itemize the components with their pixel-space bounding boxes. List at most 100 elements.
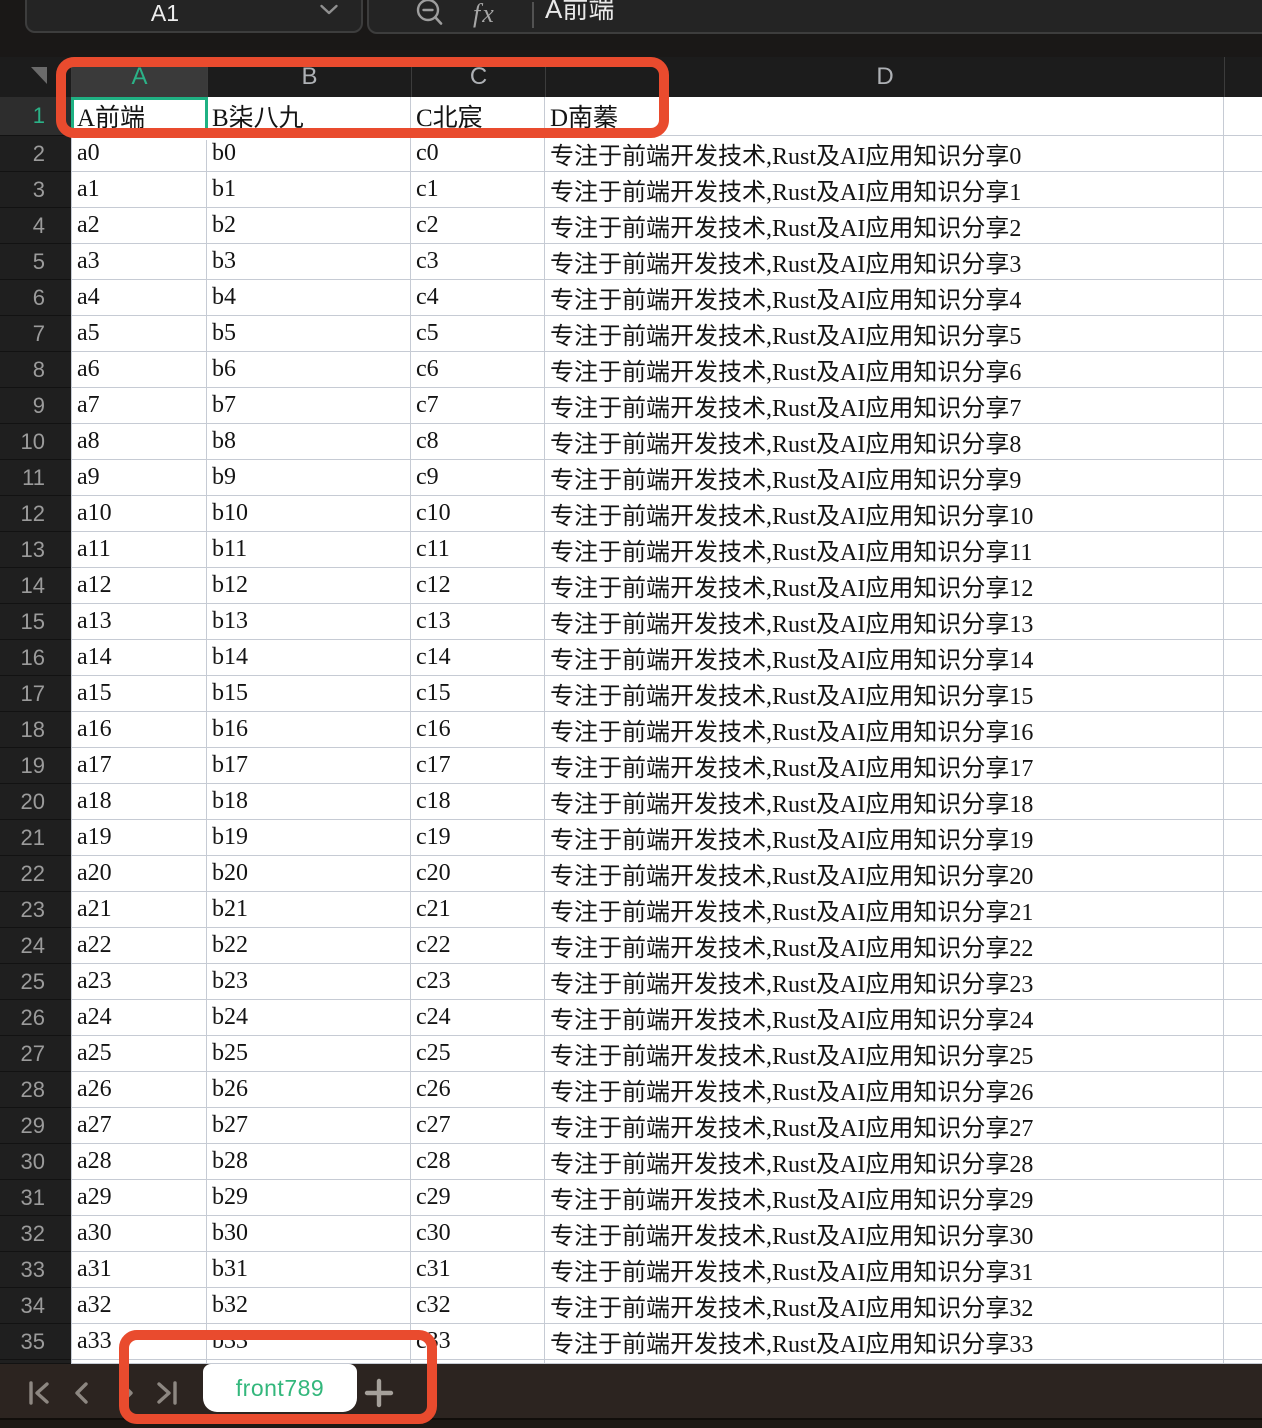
row-number[interactable]: 10 bbox=[0, 424, 71, 460]
row-number[interactable]: 29 bbox=[0, 1108, 71, 1144]
cell-col-d[interactable]: 专注于前端开发技术,Rust及AI应用知识分享4 bbox=[545, 280, 1224, 316]
cell-col-a[interactable]: a12 bbox=[71, 568, 207, 604]
cell-col-a[interactable]: a14 bbox=[71, 640, 207, 676]
cell-col-d[interactable]: 专注于前端开发技术,Rust及AI应用知识分享20 bbox=[545, 856, 1224, 892]
cell-col-d[interactable]: 专注于前端开发技术,Rust及AI应用知识分享19 bbox=[545, 820, 1224, 856]
cell-col-a[interactable]: a17 bbox=[71, 748, 207, 784]
cell-col-e[interactable] bbox=[1224, 712, 1262, 748]
cell-col-e[interactable] bbox=[1224, 532, 1262, 568]
cell-col-d[interactable]: 专注于前端开发技术,Rust及AI应用知识分享0 bbox=[545, 136, 1224, 172]
cell-col-b[interactable]: b1 bbox=[207, 172, 411, 208]
cell-col-c[interactable]: c20 bbox=[411, 856, 545, 892]
cell-col-c[interactable]: c1 bbox=[411, 172, 545, 208]
row-number[interactable]: 24 bbox=[0, 928, 71, 964]
cell-col-d[interactable]: 专注于前端开发技术,Rust及AI应用知识分享13 bbox=[545, 604, 1224, 640]
cell-reference-box[interactable]: A1 bbox=[25, 0, 363, 33]
cell-col-e[interactable] bbox=[1224, 784, 1262, 820]
cell-col-d[interactable]: 专注于前端开发技术,Rust及AI应用知识分享29 bbox=[545, 1180, 1224, 1216]
cell-col-b[interactable]: b16 bbox=[207, 712, 411, 748]
cell-col-b[interactable]: b18 bbox=[207, 784, 411, 820]
cell-col-b[interactable]: b21 bbox=[207, 892, 411, 928]
cell-col-b[interactable]: b20 bbox=[207, 856, 411, 892]
cell-col-d[interactable]: 专注于前端开发技术,Rust及AI应用知识分享26 bbox=[545, 1072, 1224, 1108]
cell-col-c[interactable]: c22 bbox=[411, 928, 545, 964]
cell-col-e[interactable] bbox=[1224, 1180, 1262, 1216]
cell-col-b[interactable]: b17 bbox=[207, 748, 411, 784]
cell-col-b[interactable]: b5 bbox=[207, 316, 411, 352]
cell-col-d[interactable]: 专注于前端开发技术,Rust及AI应用知识分享16 bbox=[545, 712, 1224, 748]
cell-col-c[interactable]: c14 bbox=[411, 640, 545, 676]
cell-col-b[interactable]: b7 bbox=[207, 388, 411, 424]
cell-col-b[interactable]: b29 bbox=[207, 1180, 411, 1216]
cell-col-a[interactable]: a4 bbox=[71, 280, 207, 316]
cell-col-d[interactable]: 专注于前端开发技术,Rust及AI应用知识分享6 bbox=[545, 352, 1224, 388]
row-number[interactable]: 9 bbox=[0, 388, 71, 424]
cell-col-b[interactable]: b30 bbox=[207, 1216, 411, 1252]
cell-col-e[interactable] bbox=[1224, 316, 1262, 352]
cell-col-e[interactable] bbox=[1224, 1036, 1262, 1072]
cell-col-e[interactable] bbox=[1224, 1252, 1262, 1288]
cell-col-a[interactable]: a23 bbox=[71, 964, 207, 1000]
cell-col-b[interactable]: b9 bbox=[207, 460, 411, 496]
cell-col-a[interactable]: a30 bbox=[71, 1216, 207, 1252]
cell-col-c[interactable]: c10 bbox=[411, 496, 545, 532]
cell-col-e[interactable] bbox=[1224, 1324, 1262, 1360]
cell-col-d[interactable]: 专注于前端开发技术,Rust及AI应用知识分享2 bbox=[545, 208, 1224, 244]
cell-col-e[interactable] bbox=[1224, 640, 1262, 676]
cell-col-b[interactable]: b8 bbox=[207, 424, 411, 460]
row-number[interactable]: 28 bbox=[0, 1072, 71, 1108]
cell-col-c[interactable]: c16 bbox=[411, 712, 545, 748]
cell-col-b[interactable]: b15 bbox=[207, 676, 411, 712]
cell-col-b[interactable]: b32 bbox=[207, 1288, 411, 1324]
cell-col-a[interactable]: a8 bbox=[71, 424, 207, 460]
row-number[interactable]: 31 bbox=[0, 1180, 71, 1216]
cell-col-d[interactable]: 专注于前端开发技术,Rust及AI应用知识分享25 bbox=[545, 1036, 1224, 1072]
cell-e1[interactable] bbox=[1224, 97, 1262, 136]
nav-first-sheet-button[interactable] bbox=[26, 1380, 56, 1406]
row-number[interactable]: 21 bbox=[0, 820, 71, 856]
cell-col-d[interactable]: 专注于前端开发技术,Rust及AI应用知识分享14 bbox=[545, 640, 1224, 676]
cell-col-c[interactable]: c31 bbox=[411, 1252, 545, 1288]
cell-col-d[interactable]: 专注于前端开发技术,Rust及AI应用知识分享24 bbox=[545, 1000, 1224, 1036]
cell-col-e[interactable] bbox=[1224, 388, 1262, 424]
cell-col-a[interactable]: a7 bbox=[71, 388, 207, 424]
nav-last-sheet-button[interactable] bbox=[152, 1380, 182, 1406]
cell-col-d[interactable]: 专注于前端开发技术,Rust及AI应用知识分享8 bbox=[545, 424, 1224, 460]
cell-col-e[interactable] bbox=[1224, 604, 1262, 640]
cell-col-d[interactable]: 专注于前端开发技术,Rust及AI应用知识分享18 bbox=[545, 784, 1224, 820]
cell-col-b[interactable]: b24 bbox=[207, 1000, 411, 1036]
cell-col-d[interactable]: 专注于前端开发技术,Rust及AI应用知识分享11 bbox=[545, 532, 1224, 568]
cell-col-c[interactable]: c19 bbox=[411, 820, 545, 856]
cell-col-c[interactable]: c6 bbox=[411, 352, 545, 388]
row-number[interactable]: 17 bbox=[0, 676, 71, 712]
cell-col-b[interactable]: b26 bbox=[207, 1072, 411, 1108]
row-number[interactable]: 22 bbox=[0, 856, 71, 892]
cell-col-c[interactable]: c23 bbox=[411, 964, 545, 1000]
cell-col-e[interactable] bbox=[1224, 676, 1262, 712]
cell-col-c[interactable]: c18 bbox=[411, 784, 545, 820]
cell-col-a[interactable]: a32 bbox=[71, 1288, 207, 1324]
cell-col-e[interactable] bbox=[1224, 1216, 1262, 1252]
cell-col-c[interactable]: c7 bbox=[411, 388, 545, 424]
cell-col-e[interactable] bbox=[1224, 820, 1262, 856]
cell-col-d[interactable]: 专注于前端开发技术,Rust及AI应用知识分享21 bbox=[545, 892, 1224, 928]
row-number[interactable]: 8 bbox=[0, 352, 71, 388]
row-number[interactable]: 33 bbox=[0, 1252, 71, 1288]
cell-col-b[interactable]: b19 bbox=[207, 820, 411, 856]
cell-col-b[interactable]: b4 bbox=[207, 280, 411, 316]
cell-col-e[interactable] bbox=[1224, 1072, 1262, 1108]
cell-col-c[interactable]: c9 bbox=[411, 460, 545, 496]
cell-col-e[interactable] bbox=[1224, 748, 1262, 784]
cell-col-a[interactable]: a0 bbox=[71, 136, 207, 172]
cell-col-d[interactable]: 专注于前端开发技术,Rust及AI应用知识分享30 bbox=[545, 1216, 1224, 1252]
cell-col-b[interactable]: b28 bbox=[207, 1144, 411, 1180]
cell-col-d[interactable]: 专注于前端开发技术,Rust及AI应用知识分享10 bbox=[545, 496, 1224, 532]
add-sheet-button[interactable] bbox=[364, 1378, 394, 1408]
cell-col-c[interactable]: c3 bbox=[411, 244, 545, 280]
cell-col-e[interactable] bbox=[1224, 856, 1262, 892]
cell-col-d[interactable]: 专注于前端开发技术,Rust及AI应用知识分享9 bbox=[545, 460, 1224, 496]
cell-col-d[interactable]: 专注于前端开发技术,Rust及AI应用知识分享7 bbox=[545, 388, 1224, 424]
cell-col-c[interactable]: c11 bbox=[411, 532, 545, 568]
cell-col-b[interactable]: b10 bbox=[207, 496, 411, 532]
row-number[interactable]: 14 bbox=[0, 568, 71, 604]
